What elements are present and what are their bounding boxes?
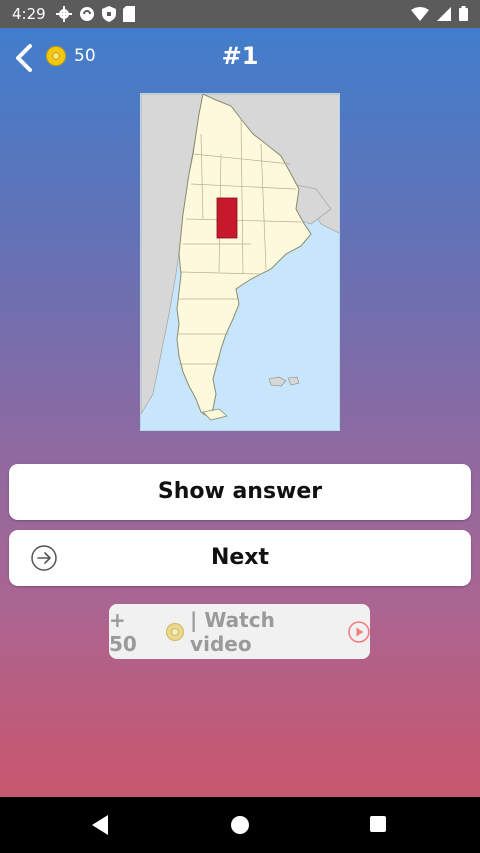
watch-video-button[interactable]: + 50 | Watch video	[109, 604, 370, 659]
status-time: 4:29	[12, 5, 46, 23]
watch-video-label: | Watch video	[190, 607, 275, 656]
reward-amount: + 50	[109, 607, 137, 656]
status-bar: 4:29	[0, 0, 480, 28]
battery-icon	[459, 6, 468, 21]
argentina-province-map	[141, 94, 339, 421]
signal-icon	[437, 6, 451, 21]
highlighted-province	[216, 197, 238, 239]
next-label: Next	[210, 545, 270, 570]
status-left-icons	[56, 6, 135, 22]
gear-icon	[56, 6, 72, 22]
next-button[interactable]: Next	[9, 530, 471, 586]
status-right-icons	[411, 6, 468, 21]
play-circle-icon	[348, 620, 370, 643]
wifi-icon	[411, 6, 429, 21]
arrow-right-circle-icon	[31, 545, 57, 571]
province-map	[140, 93, 340, 431]
level-title: #1	[221, 42, 259, 70]
show-answer-button[interactable]: Show answer	[9, 464, 471, 520]
sync-icon	[80, 7, 94, 21]
nav-recents-icon[interactable]	[370, 816, 386, 832]
sd-card-icon	[123, 6, 135, 22]
nav-back-icon[interactable]	[92, 815, 108, 835]
nav-home-icon[interactable]	[231, 816, 249, 834]
system-nav-bar	[0, 797, 480, 853]
shield-icon	[102, 6, 116, 22]
top-bar: 50 #1	[0, 28, 480, 86]
coin-icon	[166, 622, 185, 641]
